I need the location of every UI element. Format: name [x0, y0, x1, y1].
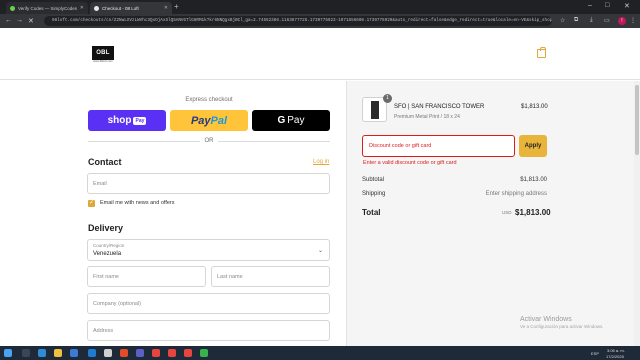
close-window-icon[interactable]: ✕: [624, 2, 630, 10]
contact-heading: Contact: [88, 157, 122, 167]
total-label: Total: [362, 208, 381, 217]
url-field[interactable]: 08loft.com/checkouts/cn/Z2NwLXVzLWVhc3Qx…: [44, 16, 552, 26]
login-link[interactable]: Log in: [313, 159, 329, 165]
back-icon[interactable]: ←: [5, 17, 12, 24]
windows-activation-subtitle: Ve a Configuración para activar Windows.: [520, 324, 604, 329]
chevron-down-icon: ⌄: [317, 248, 323, 254]
paypal-label-pal: Pal: [210, 114, 228, 127]
app-icon[interactable]: [136, 349, 144, 357]
maximize-icon[interactable]: □: [605, 2, 609, 9]
product-name: SFO | SAN FRANCISCO TOWER: [394, 104, 485, 110]
store-logo[interactable]: OBL: [92, 46, 114, 60]
close-tab-icon[interactable]: ✕: [80, 5, 84, 11]
paypal-label-pay: Pay: [190, 114, 211, 127]
country-label: Country/Region: [93, 243, 125, 248]
extensions-icon[interactable]: ⧉: [574, 17, 578, 24]
new-tab-button[interactable]: +: [174, 2, 179, 11]
search-icon[interactable]: [22, 349, 30, 357]
sidebar-icon[interactable]: ▭: [604, 17, 610, 24]
order-summary-panel: [346, 81, 640, 346]
shop-pay-pill: Pay: [133, 116, 147, 125]
email-field[interactable]: Email: [87, 173, 330, 194]
chrome-icon[interactable]: [168, 349, 176, 357]
minimize-icon[interactable]: –: [588, 2, 592, 9]
edge-icon[interactable]: [88, 349, 96, 357]
close-tab-icon[interactable]: ✕: [164, 5, 168, 11]
mail-icon[interactable]: [70, 349, 78, 357]
total-currency: USD: [502, 210, 512, 215]
apply-button[interactable]: Apply: [519, 135, 547, 157]
shipping-label: Shipping: [362, 191, 386, 197]
company-field[interactable]: Company (optional): [87, 293, 330, 314]
downloads-icon[interactable]: ⤓: [590, 17, 593, 24]
app-icon[interactable]: [120, 349, 128, 357]
address-bar-row: ← → ✕ 08loft.com/checkouts/cn/Z2NwLXVzLW…: [0, 14, 640, 28]
express-checkout-title: Express checkout: [185, 97, 233, 103]
windows-activation-title: Activar Windows: [520, 316, 572, 323]
profile-avatar[interactable]: !: [618, 17, 626, 25]
clock-time[interactable]: 3:05 a. m.: [607, 348, 625, 353]
page-scrollbar[interactable]: [634, 81, 640, 346]
quantity-badge: 1: [383, 94, 392, 103]
or-divider-right: [218, 141, 330, 142]
store-logo-subtext: www.08loft.com: [93, 60, 113, 63]
google-pay-label: Pay: [287, 115, 305, 126]
google-pay-button[interactable]: G Pay: [252, 110, 330, 131]
discount-code-field[interactable]: Discount code or gift card: [362, 135, 515, 157]
tab-checkout[interactable]: Checkout - 08 Loft ✕: [90, 2, 172, 14]
simplycodes-favicon-icon: [10, 5, 15, 11]
product-price: $1,813.00: [521, 104, 548, 110]
subtotal-value: $1,813.00: [520, 177, 547, 183]
product-variant: Premium Metal Print / 18 x 24: [394, 114, 460, 120]
task-view-icon[interactable]: [38, 349, 46, 357]
windows-taskbar: ESP 3:05 a. m. 17/2/2025: [0, 346, 640, 360]
tab-label: Checkout - 08 Loft: [102, 5, 139, 11]
menu-icon[interactable]: ⋮: [630, 17, 636, 24]
file-explorer-icon[interactable]: [54, 349, 62, 357]
paypal-button[interactable]: Pay Pal: [170, 110, 248, 131]
reload-icon[interactable]: ✕: [28, 17, 34, 25]
or-divider-text: OR: [203, 138, 215, 144]
country-value: Venezuela: [93, 251, 122, 257]
newsletter-label: Email me with news and offers: [100, 200, 175, 206]
newsletter-checkbox[interactable]: ✓: [88, 200, 95, 207]
address-field[interactable]: Address: [87, 320, 330, 341]
discount-error-message: Enter a valid discount code or gift card: [363, 160, 457, 166]
language-indicator[interactable]: ESP: [591, 351, 599, 356]
country-select[interactable]: Country/Region Venezuela ⌄: [87, 239, 330, 261]
or-divider-left: [88, 141, 200, 142]
subtotal-label: Subtotal: [362, 177, 385, 183]
app-icon[interactable]: [200, 349, 208, 357]
scrollbar-thumb[interactable]: [635, 85, 639, 155]
google-g-icon: G: [277, 115, 286, 126]
browser-tab-bar: Verify Codes — SimplyCodes ✕ Checkout - …: [0, 0, 640, 14]
chrome-icon[interactable]: [184, 349, 192, 357]
08loft-favicon-icon: [94, 5, 99, 11]
tab-simplycodes[interactable]: Verify Codes — SimplyCodes ✕: [6, 2, 88, 14]
chrome-icon[interactable]: [152, 349, 160, 357]
shopping-bag-icon[interactable]: [537, 47, 546, 58]
shipping-value: Enter shipping address: [485, 191, 547, 197]
first-name-field[interactable]: First name: [87, 266, 206, 287]
bookmark-star-icon[interactable]: ☆: [560, 17, 565, 24]
shop-pay-label: shop: [107, 115, 132, 126]
store-icon[interactable]: [104, 349, 112, 357]
tab-label: Verify Codes — SimplyCodes: [18, 5, 78, 11]
total-value: $1,813.00: [515, 208, 551, 217]
forward-icon[interactable]: →: [16, 17, 23, 24]
delivery-heading: Delivery: [88, 223, 124, 233]
last-name-field[interactable]: Last name: [211, 266, 330, 287]
start-icon[interactable]: [4, 349, 12, 357]
clock-date[interactable]: 17/2/2025: [606, 354, 624, 359]
shop-pay-button[interactable]: shop Pay: [88, 110, 166, 131]
